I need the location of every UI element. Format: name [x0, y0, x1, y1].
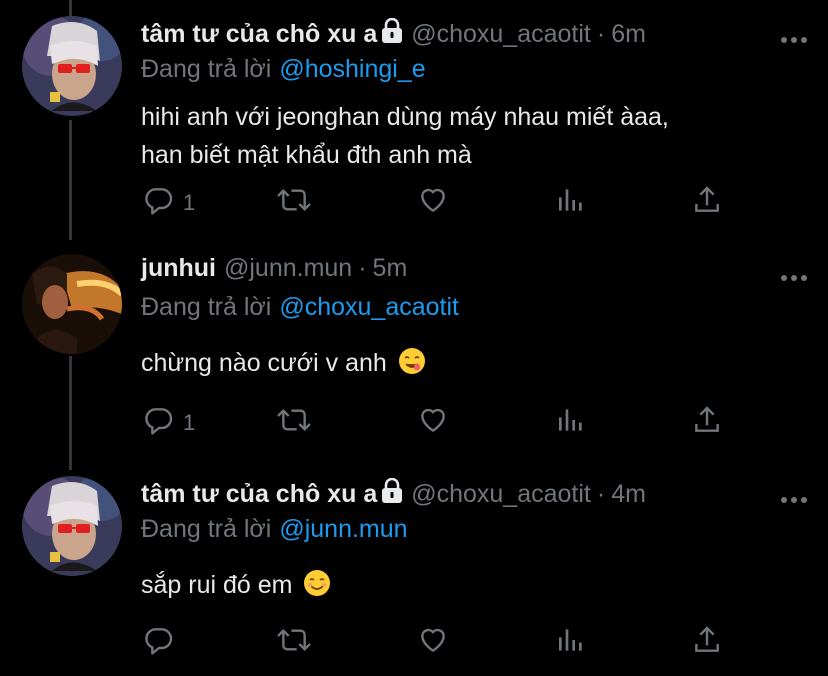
lock-icon [381, 17, 403, 51]
reply-button[interactable] [143, 624, 183, 662]
share-icon [691, 184, 723, 222]
reply-icon [143, 624, 175, 662]
tweet-text: sắp rui đó em [141, 566, 808, 608]
tweet-text-line: hihi anh với jeonghan dùng máy nhau miết… [141, 103, 669, 131]
analytics-icon [555, 404, 587, 442]
mention-link[interactable]: @hoshingi_e [279, 55, 425, 83]
timestamp[interactable]: 5m [373, 254, 408, 283]
retweet-icon [275, 404, 313, 442]
lock-icon [381, 477, 403, 511]
views-button[interactable] [555, 624, 587, 662]
tweet[interactable]: tâm tư của chô xu a @choxu_acaotit · 4m … [0, 472, 828, 676]
like-button[interactable] [416, 404, 450, 442]
separator: · [358, 254, 367, 282]
tweet[interactable]: tâm tư của chô xu a @choxu_acaotit · 6m … [0, 0, 828, 240]
avatar[interactable] [22, 16, 122, 116]
tweet-text-line: han biết mật khẩu đth anh mà [141, 141, 472, 169]
tweet-text-line: chừng nào cưới v anh [141, 349, 387, 377]
share-icon [691, 624, 723, 662]
retweet-button[interactable] [275, 184, 313, 222]
retweet-icon [275, 624, 313, 662]
handle[interactable]: @choxu_acaotit [411, 480, 591, 509]
share-button[interactable] [691, 624, 723, 662]
more-icon[interactable] [780, 22, 808, 51]
analytics-icon [555, 184, 587, 222]
retweet-button[interactable] [275, 404, 313, 442]
replying-to: Đang trả lời @choxu_acaotit [141, 290, 808, 324]
retweet-button[interactable] [275, 624, 313, 662]
views-button[interactable] [555, 184, 587, 222]
heart-icon [416, 624, 450, 662]
reply-button[interactable]: 1 [143, 404, 195, 442]
replying-prefix: Đang trả lời [141, 55, 272, 83]
reply-count: 1 [183, 190, 196, 215]
mention-link[interactable]: @junn.mun [279, 515, 407, 543]
share-icon [691, 404, 723, 442]
timestamp[interactable]: 6m [611, 20, 646, 49]
reply-icon [143, 184, 175, 222]
share-button[interactable] [691, 404, 723, 442]
reply-icon [143, 404, 175, 442]
smiling-face-emoji [398, 347, 426, 386]
replying-prefix: Đang trả lời [141, 515, 272, 543]
like-button[interactable] [416, 184, 450, 222]
smiling-face-emoji [303, 569, 331, 608]
avatar[interactable] [22, 254, 122, 354]
separator: · [596, 20, 606, 48]
mention-link[interactable]: @choxu_acaotit [279, 293, 459, 321]
tweet-text: chừng nào cưới v anh [141, 344, 808, 386]
handle[interactable]: @choxu_acaotit [411, 20, 591, 49]
tweet[interactable]: junhui @junn.mun · 5m Đang trả lời @choxu… [0, 240, 828, 472]
analytics-icon [555, 624, 587, 662]
handle[interactable]: @junn.mun [224, 254, 352, 283]
reply-button[interactable]: 1 [143, 184, 195, 222]
heart-icon [416, 184, 450, 222]
retweet-icon [275, 184, 313, 222]
replying-to: Đang trả lời @junn.mun [141, 512, 808, 546]
timestamp[interactable]: 4m [611, 480, 646, 509]
separator: · [596, 480, 606, 508]
heart-icon [416, 404, 450, 442]
display-name[interactable]: tâm tư của chô xu a [141, 20, 377, 49]
share-button[interactable] [691, 184, 723, 222]
avatar[interactable] [22, 476, 122, 576]
tweet-text: hihi anh với jeonghan dùng máy nhau miết… [141, 98, 808, 174]
replying-prefix: Đang trả lời [141, 293, 272, 321]
like-button[interactable] [416, 624, 450, 662]
views-button[interactable] [555, 404, 587, 442]
reply-count: 1 [183, 410, 196, 435]
display-name[interactable]: tâm tư của chô xu a [141, 480, 377, 509]
display-name[interactable]: junhui [141, 254, 216, 283]
more-icon[interactable] [780, 260, 808, 289]
tweet-text-line: sắp rui đó em [141, 571, 293, 599]
more-icon[interactable] [780, 482, 808, 511]
replying-to: Đang trả lời @hoshingi_e [141, 52, 808, 86]
